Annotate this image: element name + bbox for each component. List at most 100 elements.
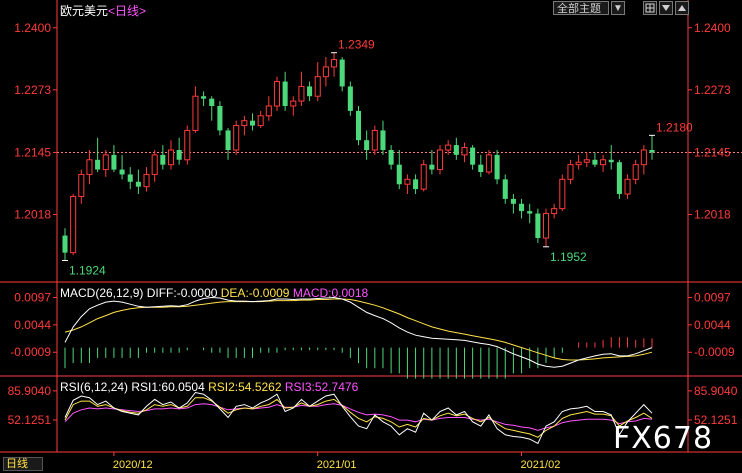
candle-body-37 (364, 140, 370, 150)
candle-body-19 (217, 106, 223, 131)
candle-body-49 (461, 147, 468, 156)
candle-body-22 (241, 120, 248, 127)
macd-diff-value: DIFF:-0.0000 (146, 286, 218, 300)
candle-body-54 (502, 179, 508, 199)
rsi-tick-label-left-0: 85.9040 (8, 384, 52, 398)
chart-canvas: 1.2400 1.24001.2273 1.22731.2145 1.21451.20… (0, 0, 742, 471)
y-tick-label-left-2: 1.2145 (14, 145, 51, 159)
candle-body-8 (127, 174, 133, 182)
macd-params: MACD(26,12,9) (60, 286, 144, 300)
annotation-label-1: 1.1924 (69, 263, 106, 277)
candle-body-5 (102, 154, 109, 171)
candle-body-25 (265, 105, 272, 117)
candle-body-16 (192, 95, 199, 131)
theme-select[interactable]: 全部主题 (553, 1, 609, 15)
x-tick-label-1: 2021/01 (317, 459, 357, 471)
rsi1-value: RSI1:60.0504 (131, 380, 205, 394)
candle-body-44 (420, 164, 427, 190)
y-tick-label-right-0: 1.2400 (694, 21, 731, 35)
theme-dropdown-arrow-icon[interactable]: ▼ (611, 1, 625, 15)
candle-body-52 (485, 154, 492, 173)
y-tick-label-left-3: 1.2018 (14, 208, 51, 222)
period-label: <日线> (108, 4, 147, 18)
macd-tick-label-right-0: 0.0097 (694, 290, 731, 304)
macd-tick-label-left-1: 0.0044 (14, 318, 51, 332)
candle-body-9 (135, 181, 141, 187)
candle-body-63 (575, 161, 582, 166)
candle-body-10 (143, 173, 150, 188)
candle-body-15 (184, 129, 191, 161)
candle-body-57 (527, 211, 533, 214)
candle-body-24 (257, 115, 264, 127)
x-tick-label-2: 2021/02 (521, 459, 561, 471)
rsi2-value: RSI2:54.5262 (208, 380, 282, 394)
annotation-label-0: 1.2349 (338, 38, 375, 52)
candle-body-45 (429, 164, 435, 170)
candle-body-33 (331, 59, 338, 68)
candle-body-70 (632, 164, 639, 180)
rsi-params: RSI(6,12,24) (60, 380, 129, 394)
candle-body-39 (380, 130, 386, 150)
candle-body-21 (233, 125, 240, 151)
candle-body-51 (478, 164, 484, 172)
chart-title: 欧元美元<日线> (60, 2, 146, 19)
candle-body-62 (567, 164, 574, 180)
candle-body-65 (592, 159, 598, 165)
period-button[interactable]: 日线 (3, 457, 43, 471)
y-tick-label-left-1: 1.2273 (14, 83, 51, 97)
y-tick-label-left-0: 1.2400 (14, 21, 51, 35)
rsi-legend: RSI(6,12,24) RSI1:60.0504 RSI2:54.5262 R… (60, 380, 358, 394)
candle-body-41 (396, 164, 402, 185)
candle-body-66 (600, 159, 607, 166)
annotation-label-3: 1.2180 (656, 120, 693, 134)
candle-body-18 (209, 98, 215, 106)
candle-body-61 (559, 178, 566, 210)
annotation-label-2: 1.1952 (550, 250, 587, 264)
candle-body-53 (494, 154, 500, 180)
candle-body-68 (616, 162, 622, 194)
candle-body-11 (151, 154, 158, 175)
candle-body-46 (437, 149, 444, 171)
candle-body-7 (119, 169, 125, 175)
rsi3-value: RSI3:52.7476 (284, 380, 359, 394)
candle-body-29 (298, 85, 305, 102)
rsi-tick-label-left-1: 52.1251 (8, 413, 52, 427)
candle-body-71 (640, 149, 647, 166)
candle-body-4 (95, 159, 101, 170)
y-tick-label-right-3: 1.2018 (694, 208, 731, 222)
macd-tick-label-right-2: -0.0009 (694, 345, 735, 359)
theme-select-label: 全部主题 (557, 3, 601, 15)
macd-tick-label-left-0: 0.0097 (14, 290, 51, 304)
candle-body-38 (371, 129, 378, 151)
macd-macd-value: MACD:0.0018 (292, 286, 369, 300)
arrow-up-shape (678, 5, 686, 11)
candle-body-34 (339, 59, 345, 87)
candle-body-0 (62, 235, 68, 253)
arrow-down-icon[interactable] (659, 1, 673, 15)
grid-icon-shape (645, 3, 655, 13)
candle-body-3 (86, 159, 93, 175)
candle-body-47 (445, 144, 452, 151)
candle-body-55 (510, 198, 516, 204)
arrow-down-shape (662, 5, 670, 11)
x-tick-label-0: 2020/12 (113, 459, 153, 471)
candle-body-43 (413, 179, 419, 190)
candle-body-67 (608, 159, 614, 163)
rsi-tick-label-right-0: 85.9040 (694, 384, 738, 398)
grid-icon[interactable] (643, 1, 657, 15)
candle-body-72 (649, 150, 655, 153)
candle-body-20 (225, 130, 231, 150)
candle-body-1 (70, 195, 77, 254)
candle-body-13 (167, 149, 175, 166)
candle-body-36 (355, 110, 362, 141)
candle-body-64 (583, 159, 590, 163)
macd-dea-value: DEA:-0.0009 (220, 286, 290, 300)
symbol-name: 欧元美元 (60, 4, 109, 18)
candle-body-31 (314, 76, 321, 97)
candle-body-69 (624, 178, 631, 195)
candle-body-14 (176, 150, 182, 160)
macd-legend: MACD(26,12,9) DIFF:-0.0000 DEA:-0.0009 M… (60, 286, 368, 300)
candle-body-59 (542, 213, 550, 239)
arrow-up-icon[interactable] (675, 1, 689, 15)
candle-body-56 (519, 203, 525, 212)
